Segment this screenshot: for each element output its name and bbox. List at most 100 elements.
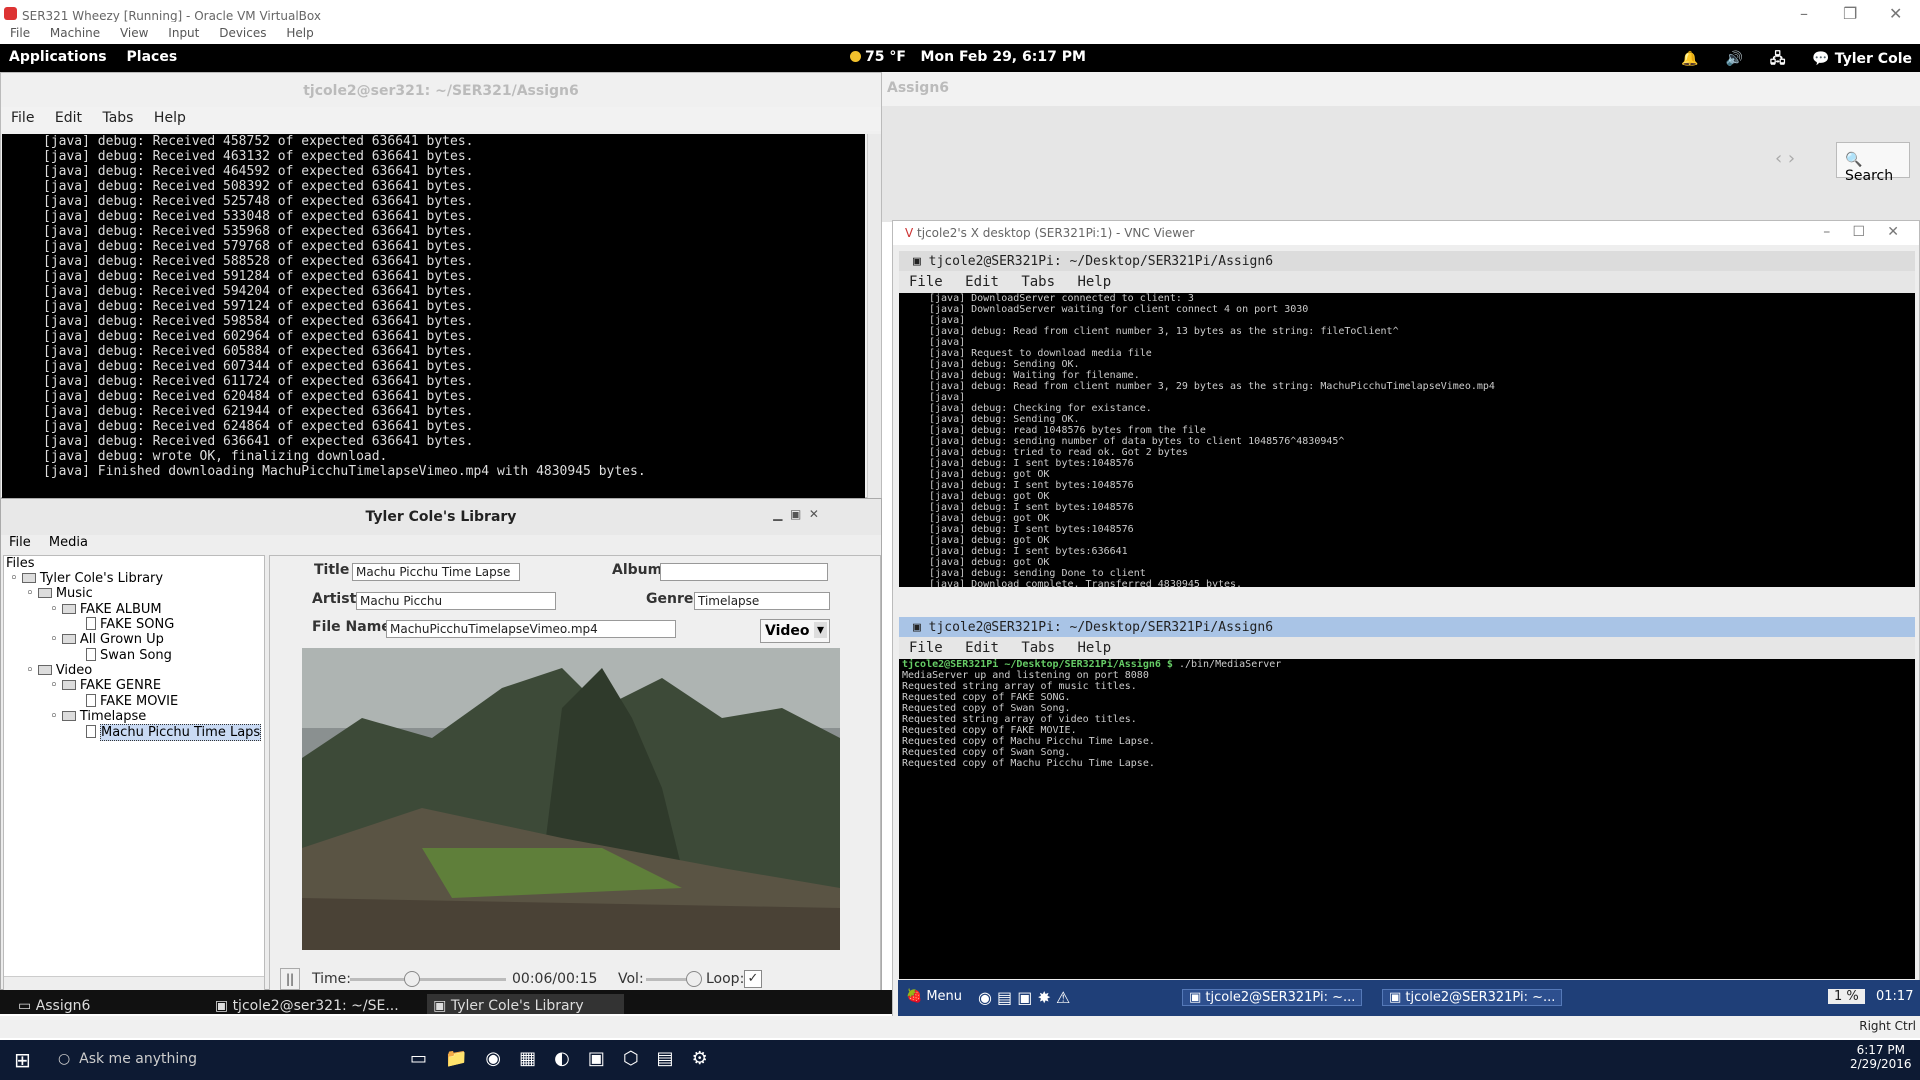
menu-tabs[interactable]: Tabs bbox=[102, 110, 133, 126]
artist-input[interactable]: Machu Picchu bbox=[356, 592, 556, 610]
cortana-search[interactable]: ○ Ask me anything bbox=[50, 1047, 380, 1073]
terminal-line: [java] debug: Received 620484 of expecte… bbox=[43, 389, 474, 404]
menu-edit[interactable]: Edit bbox=[965, 274, 999, 290]
pi-clock: 01:17 bbox=[1876, 989, 1914, 1004]
menu-file[interactable]: File bbox=[11, 110, 34, 126]
cpu-usage: 1 % bbox=[1828, 989, 1865, 1004]
volume-label: Vol: bbox=[618, 971, 644, 987]
tree-node-video[interactable]: ◦ Video bbox=[26, 663, 92, 678]
terminal-scrollbar[interactable] bbox=[867, 134, 881, 498]
terminal-line: [java] Finished downloading MachuPicchuT… bbox=[43, 464, 646, 479]
terminal-output[interactable]: [java] debug: Received 458752 of expecte… bbox=[2, 134, 865, 498]
tree-node-album[interactable]: ◦ FAKE ALBUM bbox=[50, 602, 162, 617]
library-window-controls[interactable]: ▁ ▣ ✕ bbox=[773, 507, 819, 521]
launcher-icons[interactable]: ◉ ▤ ▣ ✸ ⚠ bbox=[978, 988, 1070, 1007]
menu-file[interactable]: File bbox=[909, 640, 943, 656]
maximize-icon[interactable]: ❐ bbox=[1843, 4, 1857, 23]
update-icon[interactable]: 🔔 bbox=[1681, 51, 1698, 67]
terminal-line: [java] debug: Received 591284 of expecte… bbox=[43, 269, 474, 284]
pi-terminal-2-output[interactable]: tjcole2@SER321Pi ~/Desktop/SER321Pi/Assi… bbox=[899, 659, 1915, 979]
volume-slider-knob[interactable] bbox=[686, 971, 702, 987]
terminal-line: Requested copy of Machu Picchu Time Laps… bbox=[902, 758, 1155, 769]
terminal-line: [java] debug: sending number of data byt… bbox=[929, 436, 1345, 447]
pi-menu-button[interactable]: 🍓 Menu bbox=[906, 989, 962, 1004]
terminal-line: [java] debug: tried to read ok. Got 2 by… bbox=[929, 447, 1188, 458]
vnc-window-controls[interactable]: – ☐ ✕ bbox=[1823, 224, 1899, 240]
minimize-icon[interactable]: – bbox=[1800, 4, 1808, 23]
guest-taskbar: ▭ Assign6 ▣ tjcole2@ser321: ~/SE... ▣ Ty… bbox=[0, 990, 892, 1014]
tree-node-genre[interactable]: ◦ Timelapse bbox=[50, 709, 146, 724]
menu-tabs[interactable]: Tabs bbox=[1021, 640, 1055, 656]
panel-clock[interactable]: 75 °F Mon Feb 29, 6:17 PM bbox=[850, 49, 1086, 65]
menu-help[interactable]: Help bbox=[1077, 640, 1111, 656]
menu-devices[interactable]: Devices bbox=[219, 26, 266, 40]
pinned-app-icons[interactable]: ▭📁◉▦◐▣⬡▤⚙ bbox=[410, 1048, 726, 1069]
menu-help[interactable]: Help bbox=[1077, 274, 1111, 290]
menu-edit[interactable]: Edit bbox=[965, 640, 999, 656]
tree-node-genre[interactable]: ◦ FAKE GENRE bbox=[50, 678, 161, 693]
time-slider-knob[interactable] bbox=[404, 971, 421, 987]
folder-icon bbox=[61, 680, 76, 690]
tree-node-album[interactable]: ◦ All Grown Up bbox=[50, 632, 164, 647]
task-terminal[interactable]: ▣ tjcole2@ser321: ~/SE... bbox=[215, 994, 399, 1014]
menu-file[interactable]: File bbox=[909, 274, 943, 290]
search-button[interactable]: 🔍 Search bbox=[1836, 142, 1910, 184]
tree-node-root[interactable]: ◦ Tyler Cole's Library bbox=[10, 571, 163, 586]
user-menu[interactable]: 💬 Tyler Cole bbox=[1812, 51, 1912, 67]
filename-input[interactable]: MachuPicchuTimelapseVimeo.mp4 bbox=[386, 620, 676, 638]
menu-file[interactable]: File bbox=[9, 535, 31, 550]
tree-node-song[interactable]: FAKE SONG bbox=[86, 617, 174, 632]
menu-view[interactable]: View bbox=[120, 26, 148, 40]
virtualbox-title: SER321 Wheezy [Running] - Oracle VM Virt… bbox=[22, 9, 321, 23]
network-icon[interactable]: 🖧 bbox=[1770, 51, 1786, 67]
task-library[interactable]: ▣ Tyler Cole's Library bbox=[427, 994, 624, 1014]
terminal-line: [java] debug: Received 597124 of expecte… bbox=[43, 299, 474, 314]
terminal-line: [java] debug: Received 579768 of expecte… bbox=[43, 239, 474, 254]
menu-help[interactable]: Help bbox=[154, 110, 186, 126]
pi-task-terminal-2[interactable]: ▣ tjcole2@SER321Pi: ~... bbox=[1382, 989, 1563, 1006]
vnc-viewer-window: V tjcole2's X desktop (SER321Pi:1) - VNC… bbox=[892, 220, 1920, 1020]
pi-task-terminal-1[interactable]: ▣ tjcole2@SER321Pi: ~... bbox=[1182, 989, 1363, 1006]
time-label: Time: bbox=[312, 971, 351, 987]
menu-media[interactable]: Media bbox=[49, 535, 88, 550]
loop-checkbox[interactable]: ✓ bbox=[744, 970, 762, 988]
folder-icon bbox=[61, 604, 76, 614]
tree-hscrollbar[interactable] bbox=[4, 976, 264, 990]
menu-help[interactable]: Help bbox=[286, 26, 313, 40]
chevron-down-icon: ▾ bbox=[813, 622, 827, 638]
terminal-line: Requested copy of FAKE MOVIE. bbox=[902, 725, 1077, 736]
tree-node-music[interactable]: ◦ Music bbox=[26, 586, 93, 601]
places-menu[interactable]: Places bbox=[127, 49, 178, 65]
album-input[interactable] bbox=[660, 563, 828, 581]
terminal-line: [java] debug: I sent bytes:1048576 bbox=[929, 458, 1134, 469]
genre-input[interactable]: Timelapse bbox=[694, 592, 830, 610]
title-input[interactable]: Machu Picchu Time Lapse bbox=[352, 563, 520, 581]
volume-icon[interactable]: 🔊 bbox=[1726, 51, 1743, 67]
tree-node-song[interactable]: Swan Song bbox=[86, 648, 172, 663]
time-slider[interactable] bbox=[350, 971, 506, 987]
menu-input[interactable]: Input bbox=[168, 26, 199, 40]
close-icon[interactable]: ✕ bbox=[1889, 4, 1902, 23]
windows-clock[interactable]: 6:17 PM 2/29/2016 bbox=[1850, 1043, 1912, 1071]
library-tree[interactable]: Files ◦ Tyler Cole's Library ◦ Music ◦ F… bbox=[3, 555, 265, 991]
windows-start-icon[interactable]: ⊞ bbox=[14, 1048, 31, 1072]
back-icon[interactable]: ‹ › bbox=[1775, 148, 1795, 169]
pause-button[interactable]: || bbox=[280, 968, 300, 990]
terminal-line: [java] Request to download media file bbox=[929, 348, 1152, 359]
pi-terminal-1-output[interactable]: [java] DownloadServer connected to clien… bbox=[899, 293, 1915, 587]
menu-edit[interactable]: Edit bbox=[55, 110, 82, 126]
menu-tabs[interactable]: Tabs bbox=[1021, 274, 1055, 290]
task-assign6[interactable]: ▭ Assign6 bbox=[18, 994, 90, 1014]
file-manager-window: Assign6 🔍 Search ‹ › bbox=[882, 72, 1920, 222]
pi-terminal-2-title: ▣ tjcole2@SER321Pi: ~/Desktop/SER321Pi/A… bbox=[899, 617, 1915, 637]
media-type-select[interactable]: Video ▾ bbox=[760, 619, 830, 643]
menu-machine[interactable]: Machine bbox=[50, 26, 100, 40]
tree-node-selected[interactable]: Machu Picchu Time Laps bbox=[86, 724, 262, 741]
terminal-line: Requested string array of video titles. bbox=[902, 714, 1137, 725]
tree-node-movie[interactable]: FAKE MOVIE bbox=[86, 694, 178, 709]
applications-menu[interactable]: Applications bbox=[9, 49, 107, 65]
volume-slider[interactable] bbox=[646, 971, 702, 987]
menu-file[interactable]: File bbox=[10, 26, 30, 40]
terminal-line: [java] debug: got OK bbox=[929, 557, 1050, 568]
terminal-line: [java] debug: Waiting for filename. bbox=[929, 370, 1140, 381]
